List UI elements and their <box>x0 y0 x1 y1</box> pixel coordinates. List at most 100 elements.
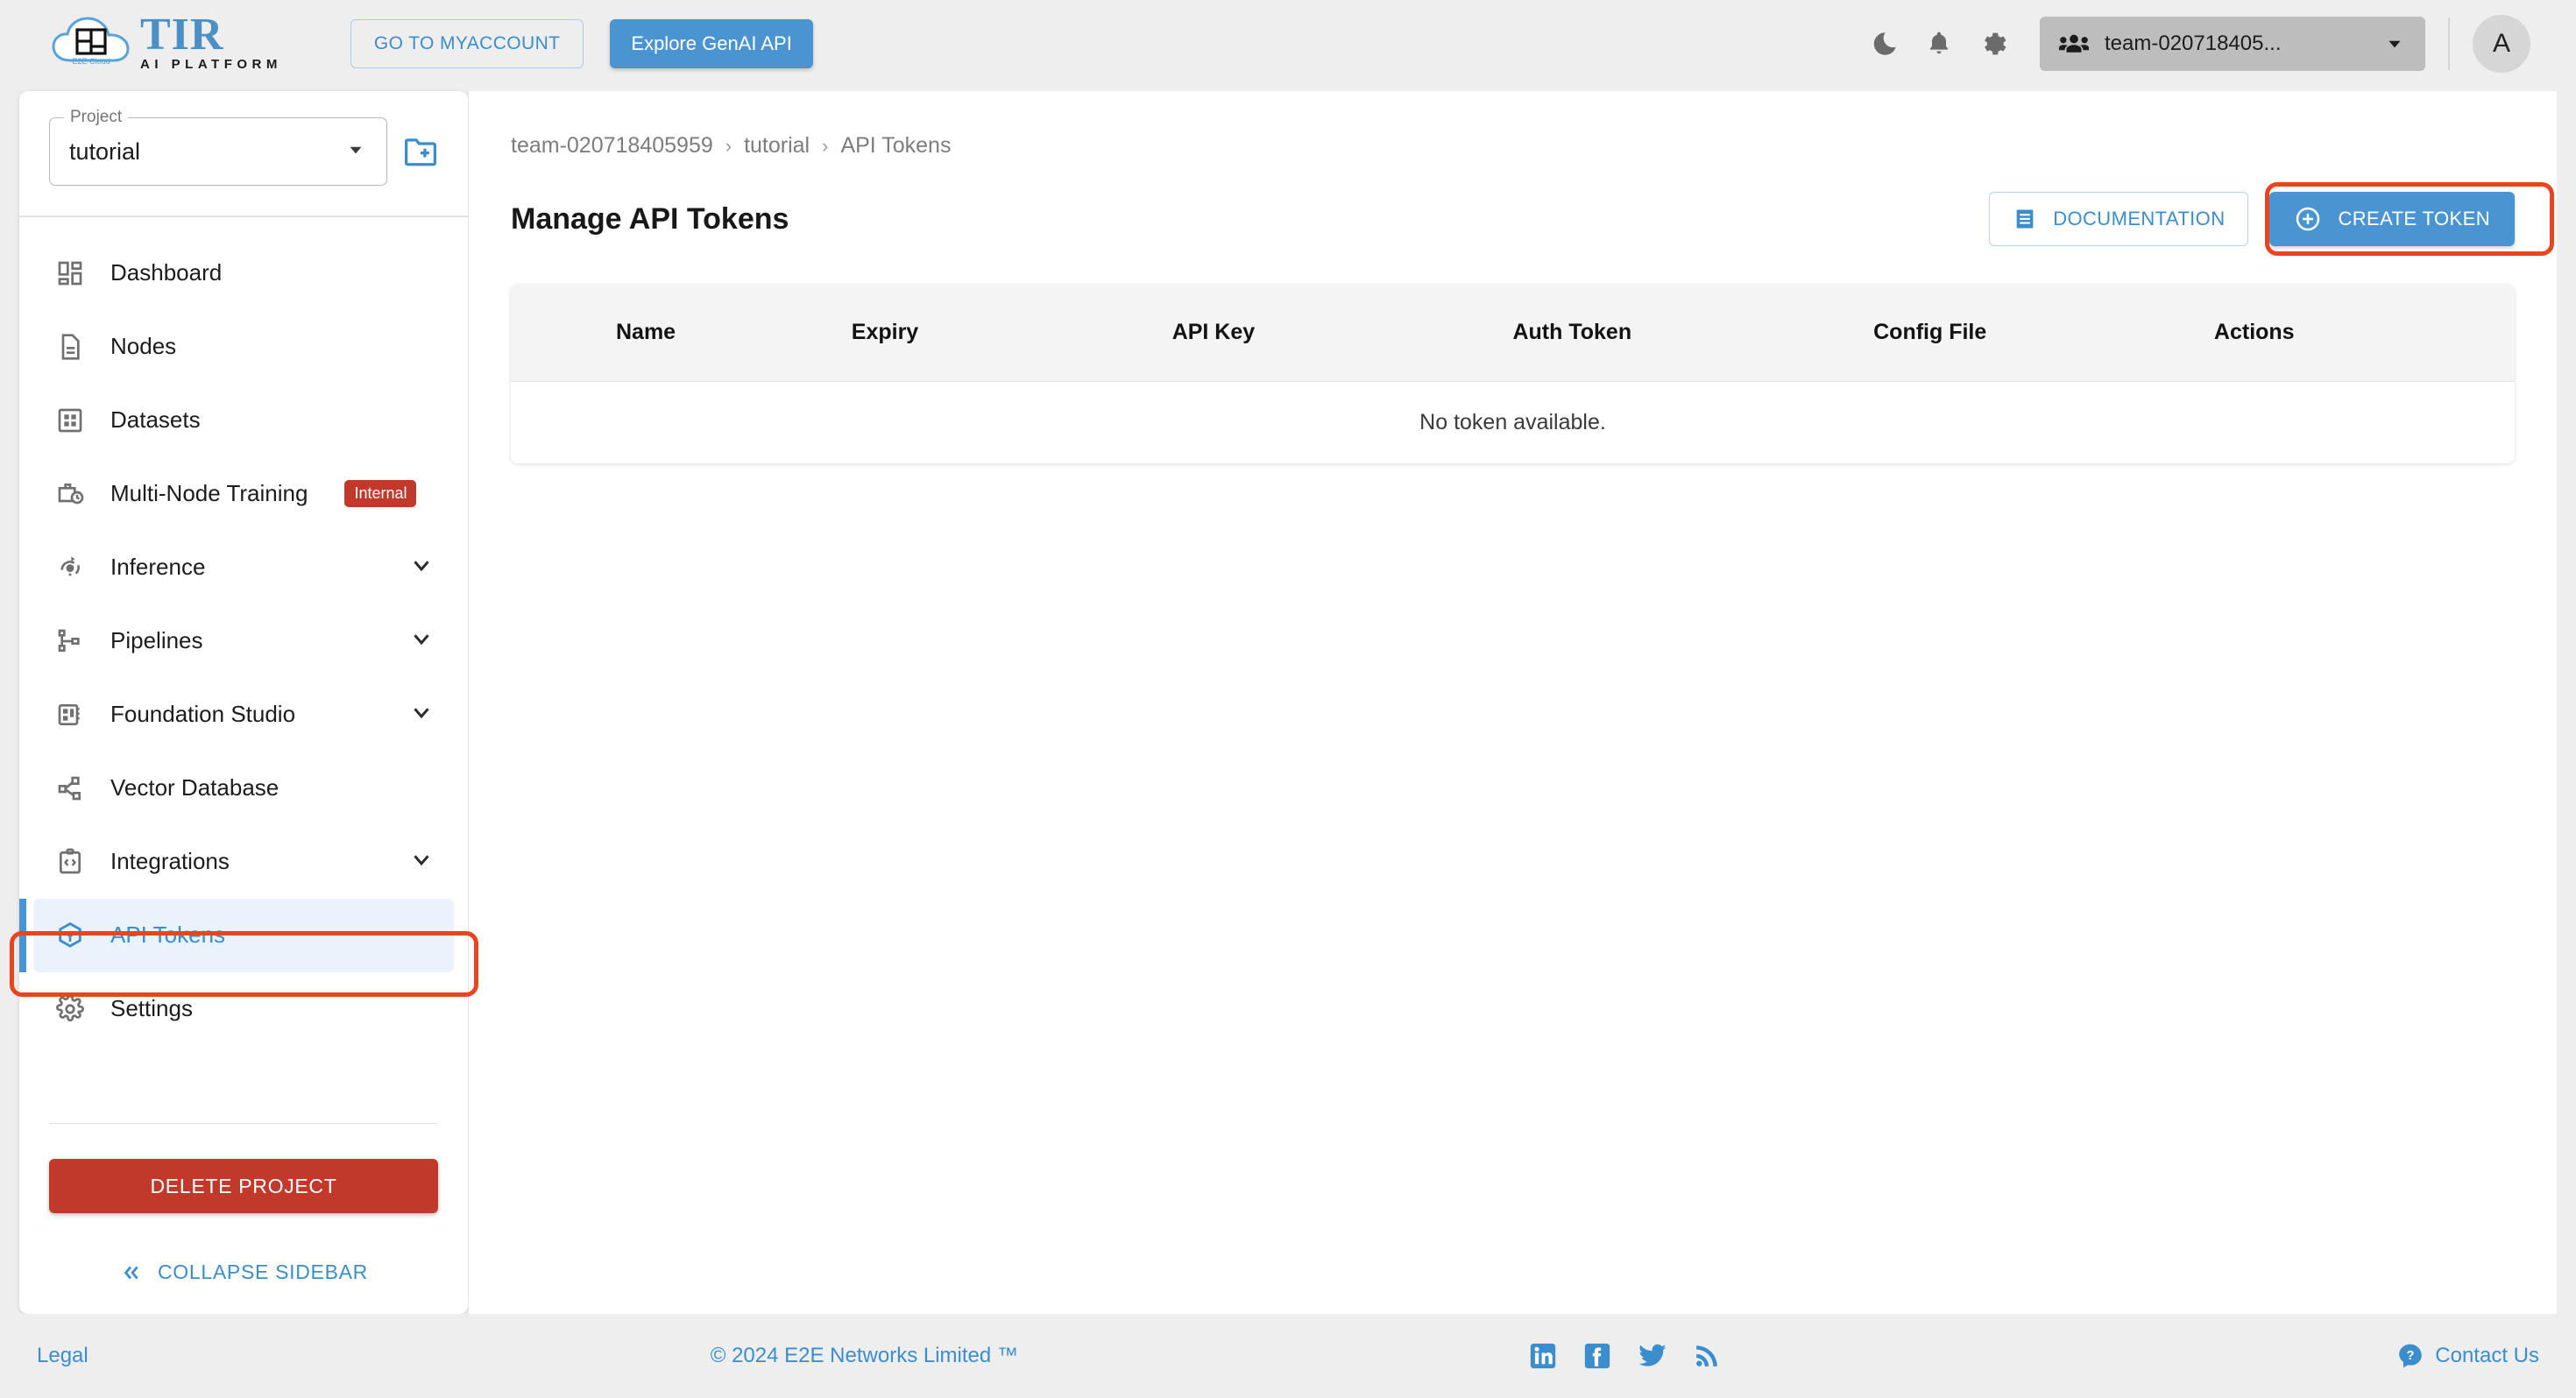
project-selector-area: Project tutorial <box>19 91 468 215</box>
column-header-expiry: Expiry <box>851 320 919 345</box>
datasets-grid-icon <box>53 406 88 434</box>
team-selector-dropdown[interactable]: team-020718405... <box>2040 17 2425 71</box>
sidebar-item-label: Inference <box>110 554 206 580</box>
plus-circle-icon <box>2294 205 2322 233</box>
dark-mode-icon[interactable] <box>1858 17 1912 71</box>
sidebar-item-settings[interactable]: Settings <box>33 972 454 1046</box>
chevron-down-icon[interactable] <box>408 552 435 582</box>
rss-icon[interactable] <box>1693 1342 1721 1370</box>
sidebar-item-label: Pipelines <box>110 627 203 653</box>
sidebar-item-label: Settings <box>110 995 193 1021</box>
chevron-down-icon[interactable] <box>408 699 435 730</box>
sidebar-item-label: Dashboard <box>110 259 223 286</box>
collapse-sidebar-button[interactable]: COLLAPSE SIDEBAR <box>49 1260 438 1284</box>
help-bubble-icon: ? <box>2396 1342 2424 1370</box>
sidebar-item-label: Vector Database <box>110 774 280 801</box>
sidebar: Project tutorial Dashboard Nodes Dataset… <box>19 91 468 1314</box>
page-footer: Legal © 2024 E2E Networks Limited ™ ? Co… <box>0 1314 2576 1398</box>
breadcrumb-item-current: API Tokens <box>840 133 952 158</box>
table-empty-row: No token available. <box>511 380 2515 463</box>
sidebar-divider-bottom <box>49 1122 438 1124</box>
create-token-label: CREATE TOKEN <box>2338 208 2490 229</box>
app-logo[interactable]: E2E Cloud TIR AI PLATFORM <box>51 10 282 73</box>
go-to-myaccount-button[interactable]: GO TO MYACCOUNT <box>350 19 584 68</box>
double-chevron-left-icon <box>119 1261 142 1284</box>
sidebar-footer: DELETE PROJECT COLLAPSE SIDEBAR <box>19 1122 468 1315</box>
sidebar-item-dashboard[interactable]: Dashboard <box>33 237 454 310</box>
sidebar-item-label: Foundation Studio <box>110 701 296 727</box>
column-header-api-key: API Key <box>1171 320 1256 345</box>
sidebar-item-inference[interactable]: Inference <box>33 531 454 604</box>
table-header-row: Name Expiry API Key Auth Token Config Fi… <box>511 285 2515 381</box>
status-badge: Internal <box>344 480 417 507</box>
explore-genai-api-button[interactable]: Explore GenAI API <box>610 19 813 68</box>
sidebar-item-integrations[interactable]: Integrations <box>33 825 454 899</box>
linkedin-icon[interactable] <box>1528 1341 1558 1371</box>
documentation-label: DOCUMENTATION <box>2053 208 2226 229</box>
avatar[interactable]: A <box>2473 15 2530 73</box>
collapse-sidebar-label: COLLAPSE SIDEBAR <box>157 1260 368 1283</box>
top-bar: E2E Cloud TIR AI PLATFORM GO TO MYACCOUN… <box>0 0 2576 88</box>
svg-text:?: ? <box>2407 1349 2415 1363</box>
table-header: Name Expiry API Key Auth Token Config Fi… <box>511 285 2515 381</box>
create-token-button[interactable]: CREATE TOKEN <box>2269 192 2515 246</box>
e2e-cloud-logo-icon: E2E Cloud <box>51 15 135 73</box>
svg-text:E2E Cloud: E2E Cloud <box>72 57 110 66</box>
column-header-actions: Actions <box>2213 320 2295 345</box>
studio-chip-icon <box>53 701 88 729</box>
team-selector-value: team-020718405... <box>2105 32 2282 55</box>
breadcrumb: team-020718405959 › tutorial › API Token… <box>511 133 2515 159</box>
sidebar-item-multi-node-training[interactable]: Multi-Node Training Internal <box>33 457 454 531</box>
logo-subtitle: AI PLATFORM <box>140 57 282 72</box>
footer-copyright: © 2024 E2E Networks Limited ™ <box>710 1344 1018 1367</box>
breadcrumb-separator: › <box>822 134 829 157</box>
briefcase-clock-icon <box>53 480 88 508</box>
chevron-down-icon[interactable] <box>408 846 435 877</box>
footer-legal-link[interactable]: Legal <box>37 1344 88 1368</box>
sidebar-item-foundation-studio[interactable]: Foundation Studio <box>33 678 454 752</box>
logo-title: TIR <box>140 10 224 60</box>
sidebar-item-api-tokens[interactable]: API Tokens <box>19 898 454 972</box>
facebook-icon[interactable] <box>1582 1341 1612 1371</box>
settings-gear-icon <box>53 994 88 1023</box>
table-empty-message: No token available. <box>511 380 2515 463</box>
settings-gear-icon[interactable] <box>1966 17 2020 71</box>
delete-project-button[interactable]: DELETE PROJECT <box>49 1159 438 1213</box>
top-bar-actions: team-020718405... A <box>1858 15 2530 73</box>
breadcrumb-separator: › <box>725 134 732 157</box>
page-header: Manage API Tokens DOCUMENTATION CREATE T… <box>511 182 2555 256</box>
footer-contact-us-link[interactable]: ? Contact Us <box>2396 1342 2539 1370</box>
sidebar-item-label: Multi-Node Training <box>110 480 308 506</box>
people-group-icon <box>2059 32 2089 55</box>
new-folder-icon[interactable] <box>403 136 438 167</box>
sidebar-item-vector-database[interactable]: Vector Database <box>33 752 454 825</box>
lightbulb-refresh-icon <box>53 554 88 582</box>
table-body: No token available. <box>511 380 2515 463</box>
column-header-name: Name <box>616 320 676 345</box>
chevron-down-icon <box>344 138 367 166</box>
document-node-icon <box>53 333 88 361</box>
sidebar-item-label: Nodes <box>110 333 177 359</box>
top-bar-divider <box>2448 18 2450 70</box>
chevron-down-icon[interactable] <box>408 625 435 656</box>
breadcrumb-item-team[interactable]: team-020718405959 <box>511 133 713 159</box>
project-select-value: tutorial <box>69 138 141 165</box>
documentation-button[interactable]: DOCUMENTATION <box>1989 192 2249 246</box>
sidebar-item-label: API Tokens <box>110 921 226 948</box>
notifications-bell-icon[interactable] <box>1912 17 1966 71</box>
project-select-legend: Project <box>64 108 129 127</box>
dashboard-grid-icon <box>53 259 88 287</box>
twitter-icon[interactable] <box>1637 1341 1668 1371</box>
column-header-config-file: Config File <box>1873 320 1987 345</box>
api-tokens-table-card: Name Expiry API Key Auth Token Config Fi… <box>511 285 2515 463</box>
vector-graph-icon <box>53 774 88 802</box>
sidebar-item-nodes[interactable]: Nodes <box>33 310 454 384</box>
sidebar-item-label: Datasets <box>110 406 201 433</box>
sidebar-item-datasets[interactable]: Datasets <box>33 384 454 457</box>
breadcrumb-item-project[interactable]: tutorial <box>744 133 810 159</box>
sidebar-item-label: Integrations <box>110 848 230 874</box>
project-select[interactable]: Project tutorial <box>49 108 387 186</box>
sidebar-item-pipelines[interactable]: Pipelines <box>33 604 454 678</box>
footer-social-links <box>1528 1341 1721 1371</box>
column-header-auth-token: Auth Token <box>1512 320 1632 345</box>
